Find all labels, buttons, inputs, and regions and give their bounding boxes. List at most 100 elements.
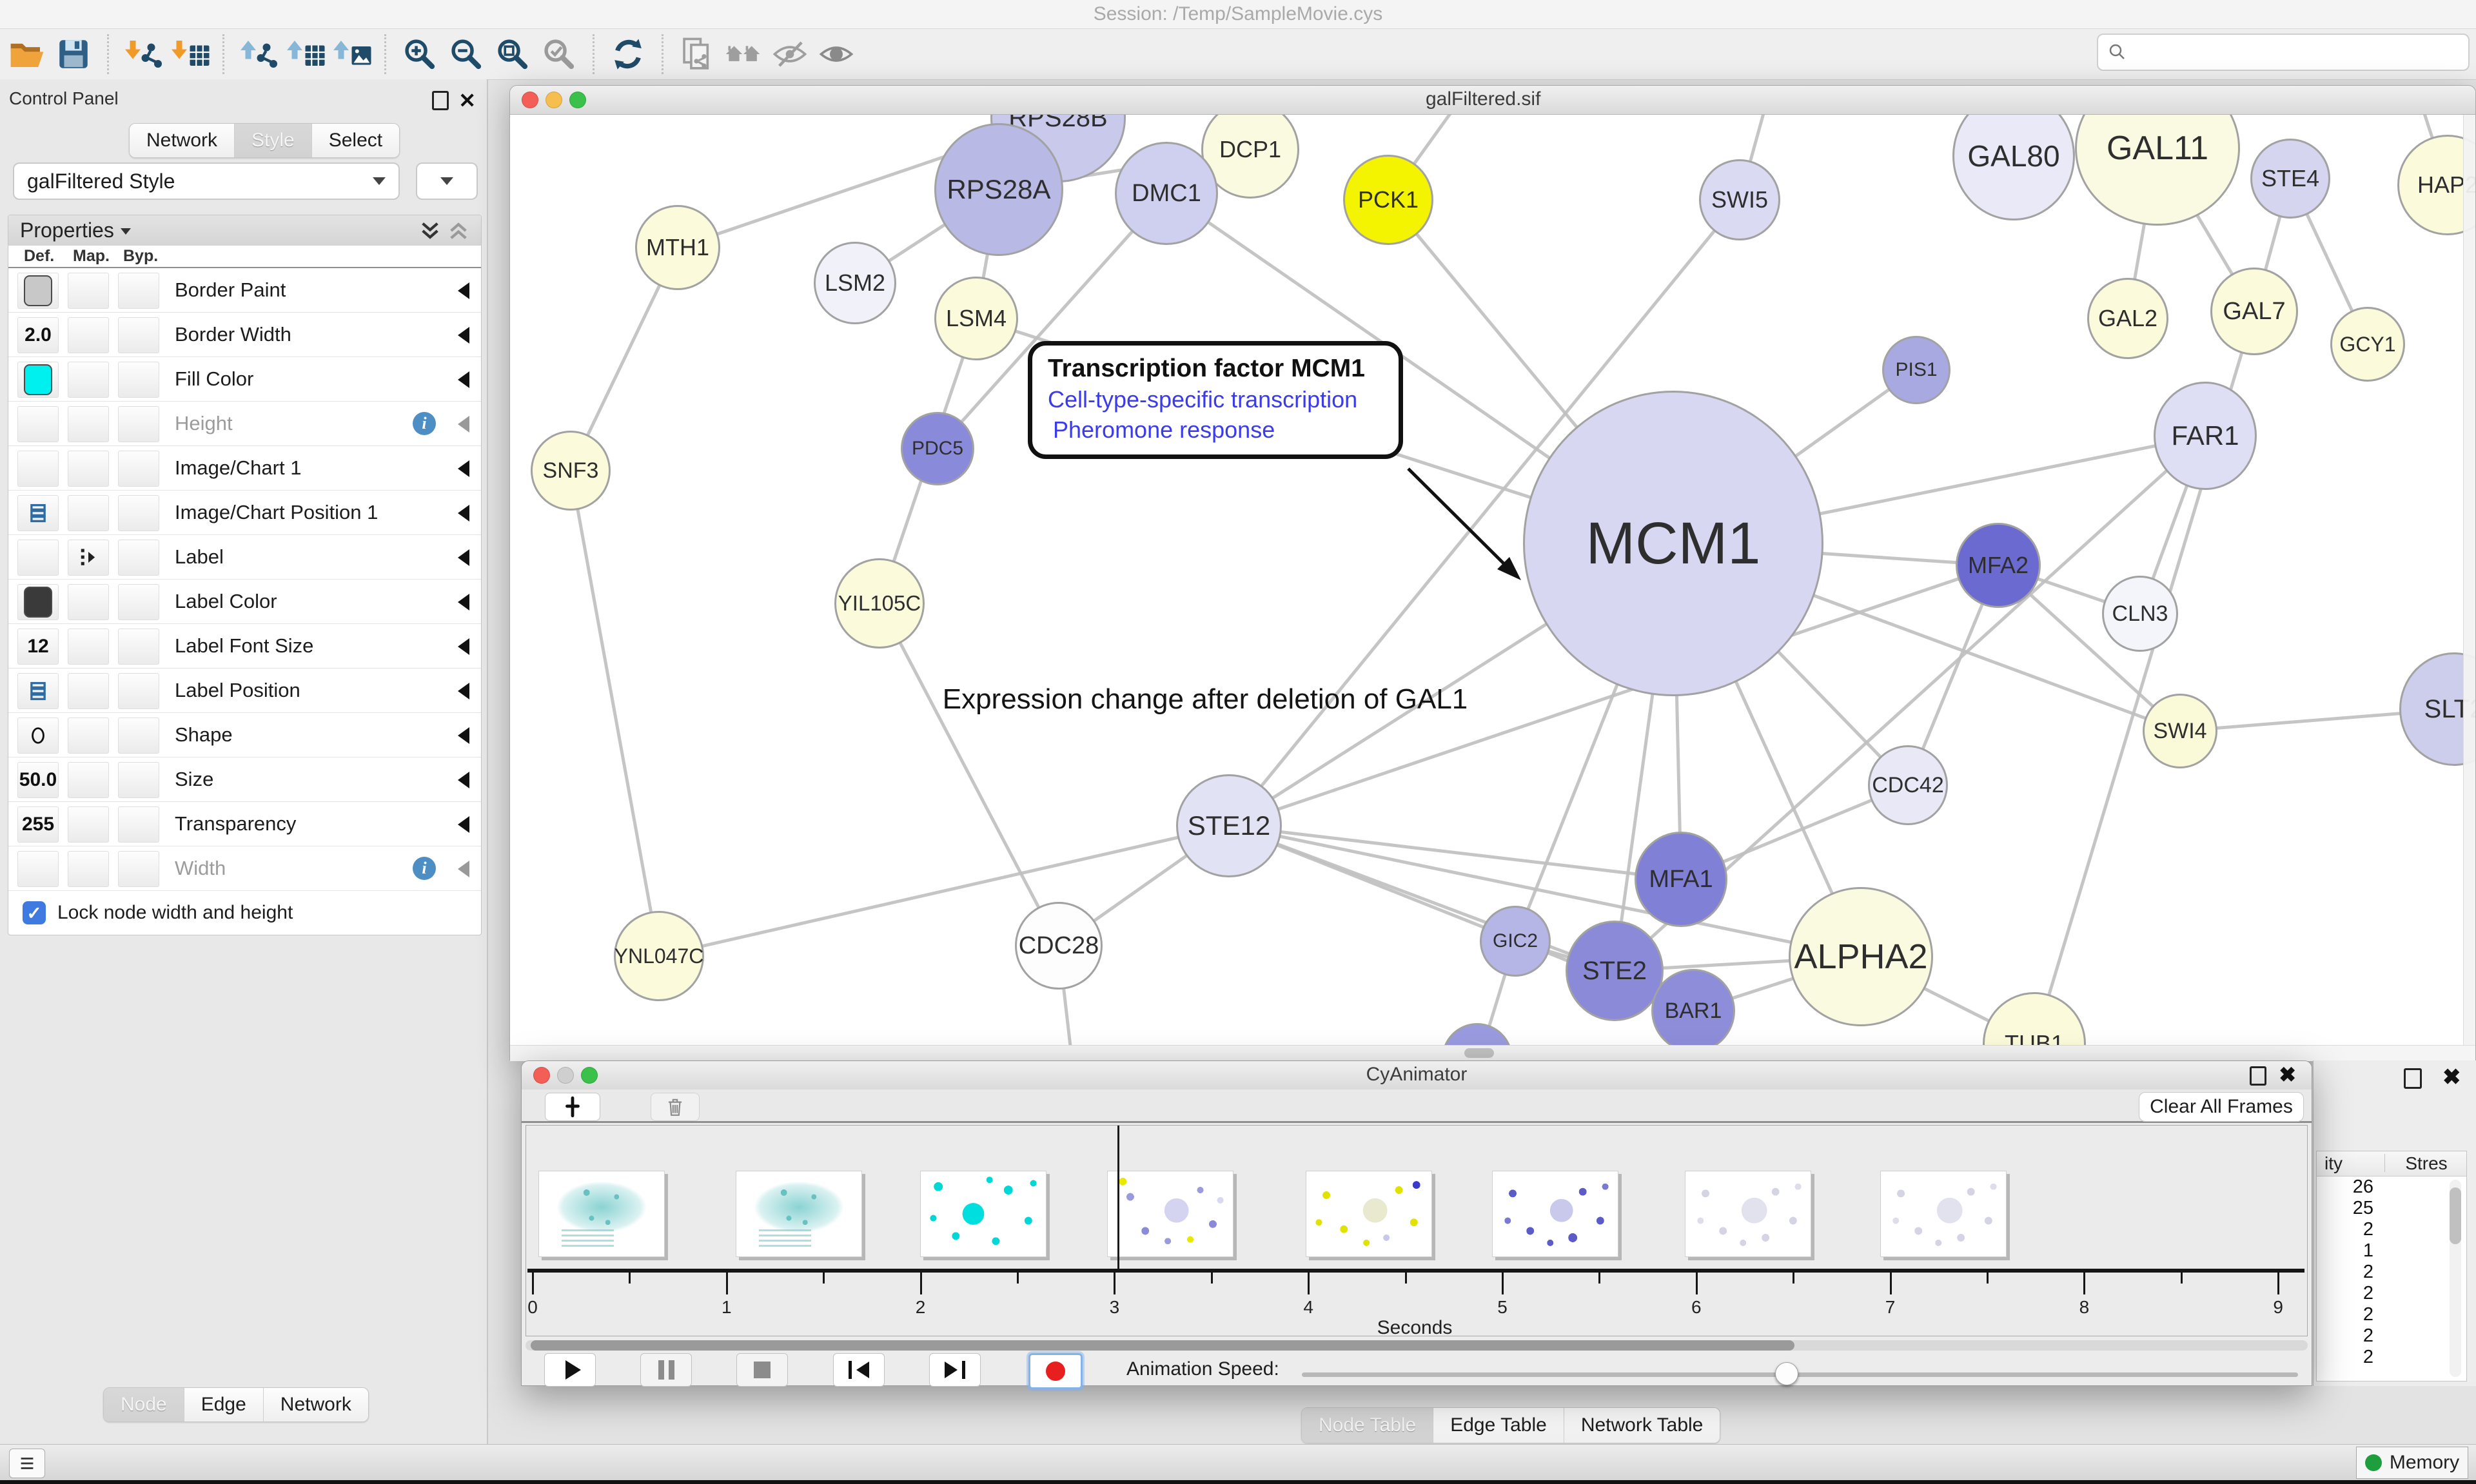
table-row[interactable]: 2 — [2317, 1219, 2466, 1240]
def-cell[interactable]: 2.0 — [17, 317, 59, 353]
close-panel-icon[interactable]: ✕ — [458, 88, 476, 113]
table-row[interactable]: 1 — [2317, 1240, 2466, 1262]
expand-arrow-icon[interactable] — [458, 861, 469, 877]
def-cell[interactable]: 255 — [17, 806, 59, 843]
expand-arrow-icon[interactable] — [458, 594, 469, 610]
tab-network-table[interactable]: Network Table — [1564, 1408, 1720, 1443]
def-cell[interactable] — [17, 851, 59, 887]
byp-cell[interactable] — [118, 451, 159, 487]
def-cell[interactable] — [17, 584, 59, 620]
expand-arrow-icon[interactable] — [458, 549, 469, 566]
property-row-label-color[interactable]: Label Color — [8, 580, 481, 624]
float-panel-icon[interactable] — [2404, 1068, 2422, 1089]
node-lsm2[interactable]: LSM2 — [814, 242, 896, 324]
table-row[interactable]: 26 — [2317, 1176, 2466, 1198]
frame-thumbnail-5[interactable] — [1306, 1171, 1432, 1257]
search-input[interactable] — [2134, 41, 2468, 63]
node-gal2[interactable]: GAL2 — [2087, 278, 2168, 359]
node-swi5[interactable]: SWI5 — [1699, 159, 1780, 240]
node-bar1[interactable]: BAR1 — [1651, 969, 1735, 1053]
node-mfa1[interactable]: MFA1 — [1635, 832, 1727, 927]
node-gcy1[interactable]: GCY1 — [2330, 307, 2405, 382]
tab-edge-table[interactable]: Edge Table — [1433, 1408, 1564, 1443]
byp-cell[interactable] — [118, 406, 159, 442]
expand-all-icon[interactable] — [419, 220, 441, 242]
def-cell[interactable]: 50.0 — [17, 762, 59, 798]
map-cell[interactable] — [68, 362, 109, 398]
tab-network[interactable]: Network — [130, 124, 234, 157]
zoom-fit-button[interactable] — [489, 32, 536, 77]
byp-cell[interactable] — [118, 540, 159, 576]
network-horizontal-scrollbar[interactable] — [510, 1045, 2475, 1061]
pause-button[interactable] — [640, 1353, 692, 1387]
zoom-selected-button[interactable] — [536, 32, 582, 77]
clear-all-frames-button[interactable]: Clear All Frames — [2139, 1092, 2304, 1122]
expand-arrow-icon[interactable] — [458, 371, 469, 388]
tab-style[interactable]: Style — [234, 124, 311, 157]
property-row-fill-color[interactable]: Fill Color — [8, 357, 481, 402]
expand-arrow-icon[interactable] — [458, 327, 469, 344]
capture-frame-button[interactable] — [545, 1093, 600, 1121]
table-row[interactable]: 2 — [2317, 1262, 2466, 1283]
zoom-out-button[interactable] — [443, 32, 489, 77]
property-row-transparency[interactable]: 255Transparency — [8, 802, 481, 846]
property-row-label-font-size[interactable]: 12Label Font Size — [8, 624, 481, 669]
tab-edge-style[interactable]: Edge — [184, 1388, 263, 1421]
node-cln3[interactable]: CLN3 — [2102, 576, 2178, 652]
node-mfa2[interactable]: MFA2 — [1956, 523, 2041, 608]
timeline[interactable]: 0123456789 Seconds — [526, 1125, 2308, 1336]
timeline-playhead[interactable] — [1117, 1126, 1119, 1270]
node-mth1[interactable]: MTH1 — [635, 205, 720, 290]
def-cell[interactable] — [17, 406, 59, 442]
table-row[interactable]: 2 — [2317, 1304, 2466, 1325]
expand-arrow-icon[interactable] — [458, 282, 469, 299]
zoom-in-button[interactable] — [397, 32, 443, 77]
byp-cell[interactable] — [118, 762, 159, 798]
tab-node-style[interactable]: Node — [104, 1388, 184, 1421]
property-row-shape[interactable]: Shape — [8, 713, 481, 757]
byp-cell[interactable] — [118, 673, 159, 709]
map-cell[interactable] — [68, 673, 109, 709]
node-pdc5[interactable]: PDC5 — [901, 412, 974, 485]
property-row-height[interactable]: Heighti — [8, 402, 481, 446]
def-cell[interactable] — [17, 540, 59, 576]
node-far1[interactable]: FAR1 — [2154, 382, 2257, 490]
next-frame-button[interactable] — [929, 1353, 981, 1387]
property-row-label[interactable]: Label — [8, 535, 481, 580]
hide-graphics-button[interactable] — [767, 32, 813, 77]
lock-size-checkbox[interactable]: ✓ — [23, 901, 46, 924]
expand-arrow-icon[interactable] — [458, 416, 469, 433]
node-yil105c[interactable]: YIL105C — [834, 558, 925, 649]
property-row-size[interactable]: 50.0Size — [8, 757, 481, 802]
map-cell[interactable] — [68, 584, 109, 620]
node-snf3[interactable]: SNF3 — [531, 431, 611, 511]
tab-select[interactable]: Select — [311, 124, 399, 157]
export-network-button[interactable] — [235, 32, 281, 77]
play-button[interactable] — [544, 1353, 596, 1387]
node-rps28a[interactable]: RPS28A — [934, 123, 1063, 256]
def-cell[interactable] — [17, 673, 59, 709]
import-table-button[interactable] — [166, 32, 212, 77]
network-canvas[interactable]: Transcription factor MCM1 Cell-type-spec… — [510, 115, 2475, 1061]
byp-cell[interactable] — [118, 495, 159, 531]
table-scrollbar[interactable] — [2450, 1180, 2461, 1377]
node-cdc28[interactable]: CDC28 — [1015, 902, 1103, 990]
frame-thumbnail-1[interactable] — [538, 1171, 665, 1257]
refresh-button[interactable] — [605, 32, 651, 77]
byp-cell[interactable] — [118, 317, 159, 353]
map-cell[interactable] — [68, 806, 109, 843]
map-cell[interactable] — [68, 762, 109, 798]
node-pck1[interactable]: PCK1 — [1343, 155, 1433, 245]
copy-share-button[interactable] — [674, 32, 720, 77]
frame-thumbnail-4[interactable] — [1107, 1171, 1233, 1257]
table-row[interactable]: 2 — [2317, 1347, 2466, 1368]
timeline-scrollbar[interactable] — [526, 1340, 2308, 1351]
node-ste2[interactable]: STE2 — [1566, 921, 1664, 1021]
minimize-window-icon[interactable] — [557, 1067, 574, 1084]
expand-arrow-icon[interactable] — [458, 772, 469, 788]
map-cell[interactable] — [68, 495, 109, 531]
table-row[interactable]: 2 — [2317, 1283, 2466, 1304]
close-window-icon[interactable] — [522, 92, 538, 108]
previous-frame-button[interactable] — [833, 1353, 885, 1387]
map-cell[interactable] — [68, 851, 109, 887]
